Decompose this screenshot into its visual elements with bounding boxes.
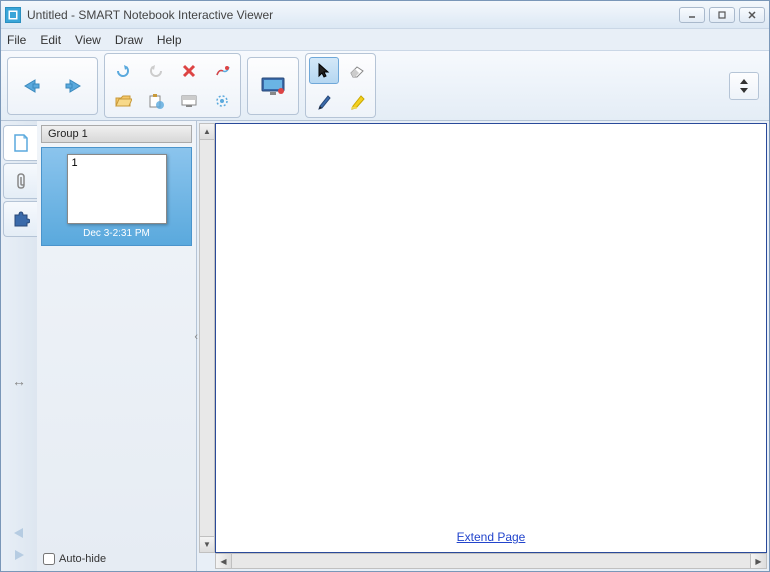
puzzle-icon: [12, 210, 30, 228]
eraser-tool-button[interactable]: [342, 57, 372, 84]
tools-group: [305, 53, 376, 118]
pen-icon: [316, 92, 332, 110]
autohide-label: Auto-hide: [59, 553, 106, 565]
eraser-icon: [347, 63, 367, 79]
page-sorter-panel: Group 1 1 Dec 3-2:31 PM ‹ Auto-hide: [37, 121, 197, 571]
page-icon: [12, 133, 30, 153]
horizontal-scrollbar[interactable]: ◀ ▶: [215, 553, 767, 569]
select-tool-button[interactable]: [309, 57, 339, 84]
toolbar: [1, 51, 769, 121]
undo-button[interactable]: [108, 57, 138, 84]
autohide-checkbox[interactable]: [43, 553, 55, 565]
menubar: File Edit View Draw Help: [1, 29, 769, 51]
redo-icon: [147, 63, 165, 79]
nav-group: [7, 57, 98, 115]
display-group: [247, 57, 299, 115]
delete-button[interactable]: [174, 57, 204, 84]
arrow-right-icon: [62, 76, 86, 96]
undo-icon: [114, 63, 132, 79]
vertical-scrollbar[interactable]: ▲ ▼: [199, 123, 215, 553]
move-toolbar-button[interactable]: [729, 72, 759, 100]
addons-tab[interactable]: [3, 201, 37, 237]
menu-view[interactable]: View: [75, 33, 101, 47]
thumbnail-preview: 1: [67, 154, 167, 224]
thumbnail-timestamp: Dec 3-2:31 PM: [83, 228, 150, 239]
side-tabs: ↔: [1, 121, 37, 571]
panel-resize-handle[interactable]: ↔: [12, 373, 26, 389]
scroll-left-button[interactable]: ◀: [216, 554, 232, 568]
highlighter-tool-button[interactable]: [342, 87, 372, 114]
cursor-icon: [316, 62, 332, 80]
redo-button[interactable]: [141, 57, 171, 84]
page-sorter-tab[interactable]: [3, 125, 37, 161]
magic-pen-button[interactable]: [207, 87, 237, 114]
close-button[interactable]: [739, 7, 765, 23]
panel-prev-icon: [9, 525, 29, 541]
hscroll-track[interactable]: [232, 554, 750, 568]
panel-collapse-handle[interactable]: ‹: [194, 331, 198, 343]
thumbnail-number: 1: [72, 157, 78, 169]
titlebar: Untitled - SMART Notebook Interactive Vi…: [1, 1, 769, 29]
group-header[interactable]: Group 1: [41, 125, 192, 143]
folder-open-icon: [114, 93, 132, 109]
paste-icon: [147, 93, 165, 109]
edit-group: [104, 53, 241, 118]
clear-ink-button[interactable]: [207, 57, 237, 84]
pen-tool-button[interactable]: [309, 87, 339, 114]
next-page-button[interactable]: [54, 61, 94, 111]
monitor-icon: [259, 75, 287, 97]
prev-page-button[interactable]: [11, 61, 51, 111]
highlighter-icon: [349, 92, 365, 110]
window-title: Untitled - SMART Notebook Interactive Vi…: [27, 8, 679, 22]
magic-pen-icon: [214, 93, 230, 109]
menu-draw[interactable]: Draw: [115, 33, 143, 47]
panel-next-icon: [9, 547, 29, 563]
clear-ink-icon: [213, 63, 231, 79]
delete-x-icon: [181, 63, 197, 79]
extend-page-link[interactable]: Extend Page: [457, 530, 526, 544]
app-icon: [5, 7, 21, 23]
scroll-track[interactable]: [200, 140, 214, 536]
screen-shade-button[interactable]: [174, 87, 204, 114]
scroll-down-button[interactable]: ▼: [200, 536, 214, 552]
screen-shade-icon: [180, 93, 198, 109]
page-thumbnail[interactable]: 1 Dec 3-2:31 PM: [41, 147, 192, 246]
open-button[interactable]: [108, 87, 138, 114]
vertical-arrows-icon: [737, 77, 751, 95]
fullscreen-button[interactable]: [251, 66, 295, 106]
paperclip-icon: [13, 171, 29, 191]
arrow-left-icon: [19, 76, 43, 96]
page-canvas[interactable]: Extend Page: [215, 123, 767, 553]
scroll-right-button[interactable]: ▶: [750, 554, 766, 568]
scroll-up-button[interactable]: ▲: [200, 124, 214, 140]
maximize-button[interactable]: [709, 7, 735, 23]
minimize-button[interactable]: [679, 7, 705, 23]
attachments-tab[interactable]: [3, 163, 37, 199]
menu-file[interactable]: File: [7, 33, 26, 47]
menu-help[interactable]: Help: [157, 33, 182, 47]
canvas-area: ▲ ▼ Extend Page ◀ ▶: [197, 121, 769, 571]
menu-edit[interactable]: Edit: [40, 33, 61, 47]
paste-button[interactable]: [141, 87, 171, 114]
